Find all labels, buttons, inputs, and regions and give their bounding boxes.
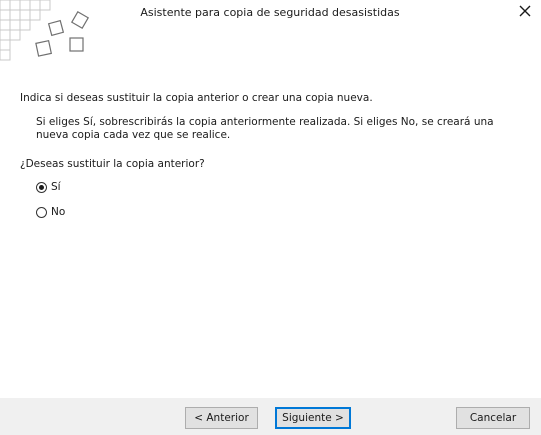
- radio-label-yes: Sí: [51, 181, 61, 193]
- wizard-window: Asistente para copia de seguridad desasi…: [0, 0, 541, 435]
- close-button[interactable]: [515, 2, 535, 20]
- close-icon: [519, 5, 531, 17]
- radio-label-no: No: [51, 206, 66, 218]
- wizard-logo-icon: [0, 0, 90, 61]
- prompt-text: ¿Deseas sustituir la copia anterior?: [20, 158, 205, 170]
- window-title: Asistente para copia de seguridad desasi…: [140, 6, 400, 19]
- explanation-text: Si eliges Sí, sobrescribirás la copia an…: [36, 116, 494, 141]
- question-text: Indica si deseas sustituir la copia ante…: [20, 92, 373, 104]
- radio-button-yes[interactable]: [36, 182, 47, 193]
- radio-option-yes[interactable]: Sí: [36, 181, 61, 194]
- next-button[interactable]: Siguiente >: [275, 407, 351, 429]
- radio-option-no[interactable]: No: [36, 206, 65, 219]
- cancel-button[interactable]: Cancelar: [456, 407, 530, 429]
- wizard-footer: < Anterior Siguiente > Cancelar: [0, 398, 541, 435]
- back-button[interactable]: < Anterior: [185, 407, 258, 429]
- radio-button-no[interactable]: [36, 207, 47, 218]
